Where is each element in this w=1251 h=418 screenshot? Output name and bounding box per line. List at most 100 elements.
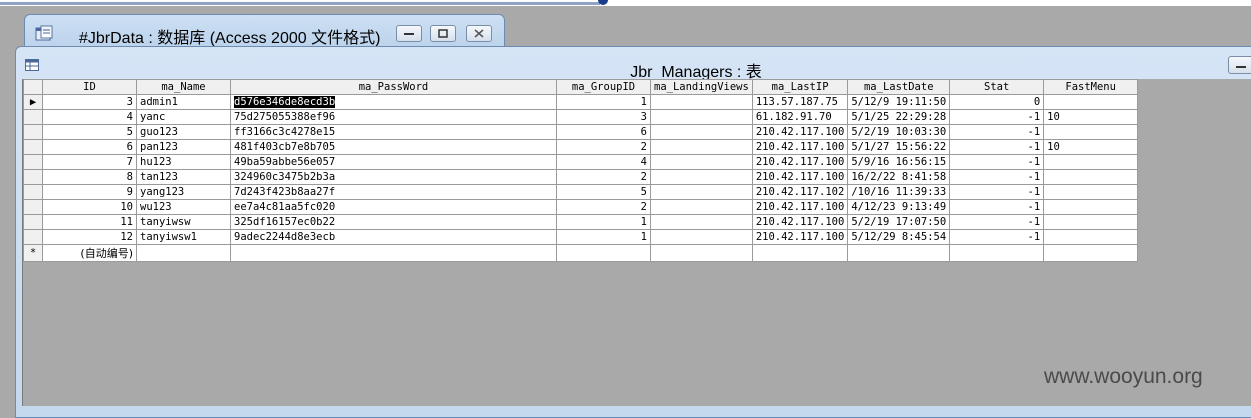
cell-id[interactable]: 4 [42,109,137,125]
table-row[interactable]: 10 wu123 ee7a4c81aa5fc020 2 210.42.117.1… [23,199,1139,215]
cell-lastdate[interactable] [847,244,951,262]
cell-id[interactable]: 6 [42,139,137,155]
cell-name[interactable]: tan123 [136,169,231,185]
cell-lastip[interactable]: 210.42.117.100 [751,169,849,185]
cell-fastmenu[interactable] [1043,244,1139,262]
record-selector[interactable] [23,184,43,200]
cell-groupid[interactable]: 2 [556,199,651,215]
cell-password[interactable]: 9adec2244d8e3ecb [230,229,557,245]
cell-lastip[interactable]: 210.42.117.100 [751,214,849,230]
cell-lastdate[interactable]: 5/1/27 15:56:22 [847,139,951,155]
cell-groupid[interactable]: 6 [556,124,651,140]
record-selector[interactable] [23,109,43,125]
cell-password[interactable] [230,244,557,262]
cell-password[interactable]: 324960c3475b2b3a [230,169,557,185]
cell-lastdate[interactable]: 5/2/19 10:03:30 [847,124,951,140]
cell-landingviews[interactable] [650,124,753,140]
record-selector[interactable] [23,214,43,230]
col-header-stat[interactable]: Stat [949,79,1045,95]
cell-lastdate[interactable]: /10/16 11:39:33 [847,184,951,200]
new-record-row[interactable]: * (自动编号) [23,244,1139,262]
cell-stat[interactable]: -1 [949,124,1045,140]
corner-selector[interactable] [23,79,43,95]
cell-lastip[interactable]: 61.182.91.70 [751,109,849,125]
cell-lastip[interactable]: 210.42.117.100 [751,154,849,170]
cell-id[interactable]: 11 [42,214,137,230]
cell-landingviews[interactable] [650,109,753,125]
cell-lastip[interactable] [751,244,849,262]
cell-id[interactable]: 12 [42,229,137,245]
cell-groupid[interactable]: 3 [556,109,651,125]
cell-stat[interactable]: -1 [949,229,1045,245]
cell-landingviews[interactable] [650,244,753,262]
table-row[interactable]: 7 hu123 49ba59abbe56e057 4 210.42.117.10… [23,154,1139,170]
record-selector[interactable] [23,229,43,245]
cell-landingviews[interactable] [650,169,753,185]
cell-fastmenu[interactable] [1043,214,1139,230]
cell-name[interactable]: wu123 [136,199,231,215]
cell-lastip[interactable]: 210.42.117.100 [751,139,849,155]
cell-fastmenu[interactable] [1043,94,1139,110]
cell-lastdate[interactable]: 5/1/25 22:29:28 [847,109,951,125]
cell-landingviews[interactable] [650,199,753,215]
db-minimize-button[interactable] [396,25,422,42]
table-minimize-button[interactable] [1228,56,1251,74]
cell-name[interactable]: tanyiwsw [136,214,231,230]
cell-lastdate[interactable]: 5/9/16 16:56:15 [847,154,951,170]
table-row[interactable]: 4 yanc 75d275055388ef96 3 61.182.91.70 5… [23,109,1139,125]
cell-name[interactable]: hu123 [136,154,231,170]
cell-name[interactable]: pan123 [136,139,231,155]
cell-stat[interactable]: -1 [949,169,1045,185]
col-header-ma-landingviews[interactable]: ma_LandingViews [650,79,753,95]
cell-password[interactable]: 325df16157ec0b22 [230,214,557,230]
cell-lastdate[interactable]: 5/12/9 19:11:50 [847,94,951,110]
cell-name[interactable] [136,244,231,262]
record-selector[interactable]: ▶ [23,94,43,110]
cell-groupid[interactable]: 1 [556,229,651,245]
cell-fastmenu[interactable] [1043,154,1139,170]
db-close-button[interactable] [466,25,492,42]
datasheet-grid[interactable]: ID ma_Name ma_PassWord ma_GroupID ma_Lan… [23,79,1139,262]
cell-lastip[interactable]: 210.42.117.102 [751,184,849,200]
cell-groupid[interactable]: 2 [556,139,651,155]
cell-stat[interactable]: -1 [949,199,1045,215]
table-row[interactable]: ▶ 3 admin1 d576e346de8ecd3b 1 113.57.187… [23,94,1139,110]
cell-landingviews[interactable] [650,154,753,170]
cell-lastdate[interactable]: 4/12/23 9:13:49 [847,199,951,215]
cell-groupid[interactable]: 5 [556,184,651,200]
cell-id[interactable]: 9 [42,184,137,200]
table-row[interactable]: 9 yang123 7d243f423b8aa27f 5 210.42.117.… [23,184,1139,200]
cell-landingviews[interactable] [650,139,753,155]
cell-password[interactable]: 75d275055388ef96 [230,109,557,125]
cell-lastip[interactable]: 210.42.117.100 [751,199,849,215]
cell-lastip[interactable]: 210.42.117.100 [751,124,849,140]
cell-landingviews[interactable] [650,184,753,200]
cell-id[interactable]: 10 [42,199,137,215]
cell-name[interactable]: yang123 [136,184,231,200]
cell-landingviews[interactable] [650,214,753,230]
cell-id[interactable]: 8 [42,169,137,185]
cell-stat[interactable]: -1 [949,154,1045,170]
table-row[interactable]: 5 guo123 ff3166c3c4278e15 6 210.42.117.1… [23,124,1139,140]
cell-fastmenu[interactable]: 10 [1043,139,1139,155]
table-row[interactable]: 11 tanyiwsw 325df16157ec0b22 1 210.42.11… [23,214,1139,230]
record-selector[interactable] [23,124,43,140]
cell-groupid[interactable]: 4 [556,154,651,170]
cell-password[interactable]: 7d243f423b8aa27f [230,184,557,200]
cell-landingviews[interactable] [650,94,753,110]
cell-fastmenu[interactable] [1043,184,1139,200]
cell-lastdate[interactable]: 5/12/29 8:45:54 [847,229,951,245]
cell-password[interactable]: d576e346de8ecd3b [230,94,557,110]
cell-lastip[interactable]: 113.57.187.75 [751,94,849,110]
cell-groupid[interactable]: 1 [556,214,651,230]
cell-id-autonumber[interactable]: (自动编号) [42,244,137,262]
cell-password[interactable]: ee7a4c81aa5fc020 [230,199,557,215]
cell-landingviews[interactable] [650,229,753,245]
cell-groupid[interactable]: 2 [556,169,651,185]
cell-fastmenu[interactable] [1043,229,1139,245]
cell-stat[interactable] [949,244,1045,262]
new-record-icon[interactable]: * [23,244,43,262]
col-header-ma-lastdate[interactable]: ma_LastDate [847,79,951,95]
cell-lastdate[interactable]: 16/2/22 8:41:58 [847,169,951,185]
cell-fastmenu[interactable] [1043,169,1139,185]
